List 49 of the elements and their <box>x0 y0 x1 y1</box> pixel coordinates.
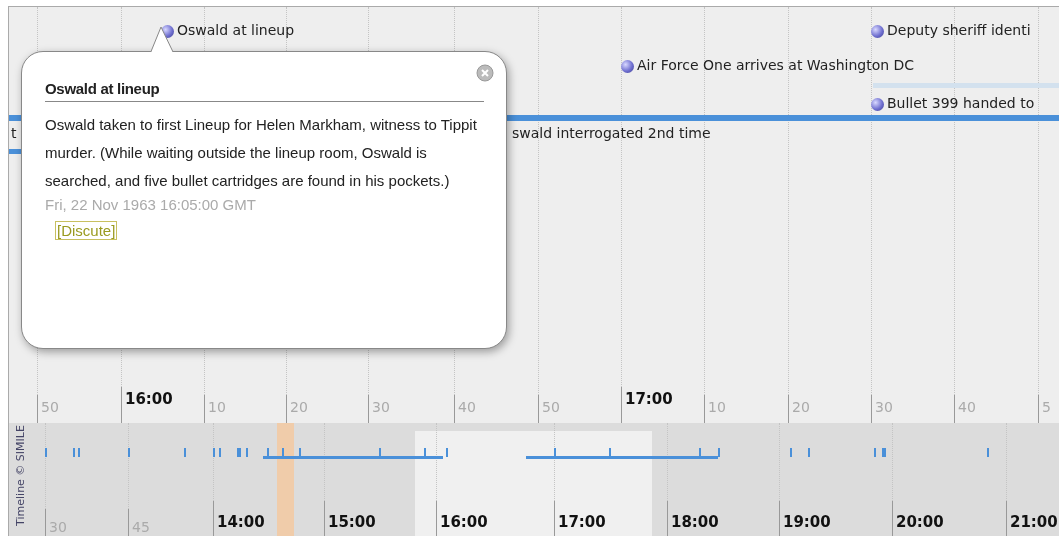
time-scale-label: 20 <box>792 399 810 415</box>
time-scale-label: 17:00 <box>558 513 606 531</box>
event-tick-icon <box>987 448 989 457</box>
time-scale-label: 18:00 <box>671 513 719 531</box>
time-scale-label: 21:00 <box>1010 513 1058 531</box>
event-tick-icon <box>790 448 792 457</box>
event-tick-icon <box>184 448 186 457</box>
time-scale-label: 20:00 <box>896 513 944 531</box>
event-dot-icon[interactable] <box>871 98 884 111</box>
timeline-credit: Timeline © SIMILE <box>13 423 27 528</box>
time-scale-label: 10 <box>708 399 726 415</box>
event-label[interactable]: Oswald at lineup <box>177 22 295 38</box>
event-tick-icon <box>446 448 448 457</box>
time-scale-label: 16:00 <box>440 513 488 531</box>
event-tick-icon <box>246 448 248 457</box>
time-scale-label: 30 <box>875 399 893 415</box>
event-tick-icon <box>45 448 47 457</box>
time-scale-label: 20 <box>290 399 308 415</box>
event-tick-icon <box>874 448 876 457</box>
time-scale-label: 30 <box>372 399 390 415</box>
close-icon[interactable] <box>476 64 494 82</box>
event-tick-icon <box>219 448 221 457</box>
popup-date: Fri, 22 Nov 1963 16:05:00 GMT <box>45 195 257 215</box>
popup-description: Oswald taken to first Lineup for Helen Markham, witness to Tippit murder. (While waiting outside the lineup room, Oswald is searched, and five bullet cartridges are found in his pockets.) <box>45 115 478 191</box>
time-scale-label: 17:00 <box>625 390 673 408</box>
event-tick-icon <box>128 448 130 457</box>
event-tick-icon <box>213 448 215 457</box>
event-label[interactable]: Deputy sheriff identi <box>887 22 1031 38</box>
event-tick-icon <box>808 448 810 457</box>
event-label[interactable]: t <box>11 125 17 141</box>
event-tick-icon <box>78 448 80 457</box>
popup-title: Oswald at lineup <box>45 80 484 102</box>
event-tick-icon <box>73 448 75 457</box>
event-label[interactable]: Air Force One arrives at Washington DC <box>637 57 915 73</box>
time-scale-label: 10 <box>208 399 226 415</box>
time-scale-label: 50 <box>542 399 560 415</box>
event-dot-icon[interactable] <box>871 25 884 38</box>
time-scale-label: 40 <box>958 399 976 415</box>
time-scale-label: 14:00 <box>217 513 265 531</box>
time-scale-label: 50 <box>41 399 59 415</box>
event-dot-icon[interactable] <box>621 60 634 73</box>
event-tick-icon <box>718 448 720 457</box>
time-scale-label: 15:00 <box>328 513 376 531</box>
time-scale-label: 5 <box>1042 399 1051 415</box>
time-scale-label: 19:00 <box>783 513 831 531</box>
event-label[interactable]: Bullet 399 handed to <box>887 95 1035 111</box>
event-label[interactable]: swald interrogated 2nd time <box>512 125 711 141</box>
time-scale-label: 40 <box>458 399 476 415</box>
time-scale-label: 16:00 <box>125 390 173 408</box>
